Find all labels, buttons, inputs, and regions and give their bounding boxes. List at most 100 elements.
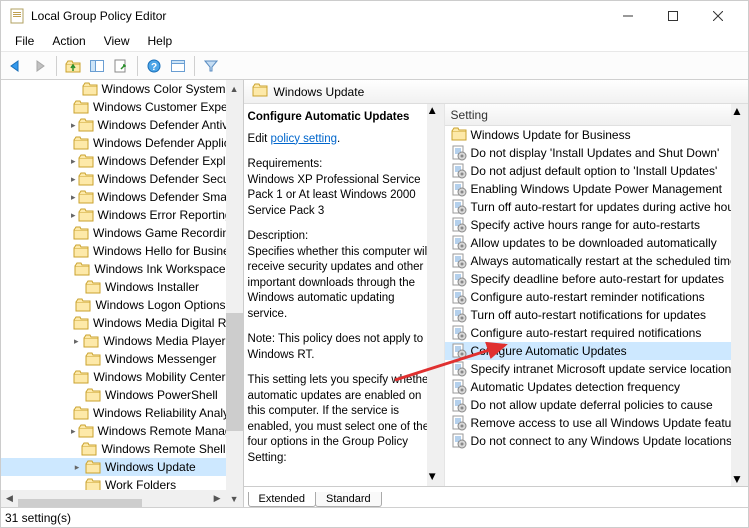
tree-item[interactable]: ▸Windows Defender SmartScreen [1, 188, 226, 206]
tree-item[interactable]: ▸Windows Media Player [1, 332, 226, 350]
expander-icon[interactable] [71, 299, 73, 311]
setting-row[interactable]: Do not display 'Install Updates and Shut… [445, 144, 748, 162]
edit-policy-link[interactable]: policy setting [271, 133, 337, 145]
menu-help[interactable]: Help [140, 32, 181, 50]
help-button[interactable]: ? [143, 55, 165, 77]
expander-icon[interactable] [71, 263, 72, 275]
setting-row[interactable]: Automatic Updates detection frequency [445, 378, 748, 396]
setting-row[interactable]: Do not allow update deferral policies to… [445, 396, 748, 414]
tree-horizontal-scrollbar[interactable]: ◀ ▶ [1, 490, 226, 507]
setting-row[interactable]: Remove access to use all Windows Update … [445, 414, 748, 432]
scroll-up-icon[interactable]: ▲ [427, 104, 444, 120]
tree-item[interactable]: ▸Windows Defender Exploit Guard [1, 152, 226, 170]
scroll-up-icon[interactable]: ▲ [731, 104, 748, 118]
settings-list[interactable]: Windows Update for BusinessDo not displa… [445, 126, 748, 486]
setting-row[interactable]: Always automatically restart at the sche… [445, 252, 748, 270]
tree-item[interactable]: Windows Mobility Center [1, 368, 226, 386]
detail-vertical-scrollbar[interactable]: ▲ ▼ [427, 104, 444, 486]
expander-icon[interactable]: ▸ [71, 173, 76, 185]
tree-item[interactable]: Windows Reliability Analysis [1, 404, 226, 422]
setting-label: Specify active hours range for auto-rest… [471, 218, 700, 232]
tab-standard[interactable]: Standard [315, 492, 382, 507]
setting-label: Allow updates to be downloaded automatic… [471, 236, 717, 250]
setting-row[interactable]: Specify deadline before auto-restart for… [445, 270, 748, 288]
up-button[interactable] [62, 55, 84, 77]
tree-item-label: Windows PowerShell [105, 388, 218, 402]
tree-item[interactable]: ▸ Windows Update [1, 458, 226, 476]
menu-action[interactable]: Action [44, 32, 93, 50]
tree-item[interactable]: Windows Game Recording and Broadcasting [1, 224, 226, 242]
expander-icon[interactable]: ▸ [71, 425, 76, 437]
setting-row[interactable]: Configure Automatic Updates [445, 342, 748, 360]
tree-view[interactable]: Windows Color SystemWindows Customer Exp… [1, 80, 226, 490]
scroll-down-icon[interactable]: ▼ [226, 490, 243, 507]
back-button[interactable] [5, 55, 27, 77]
tree-item[interactable]: Work Folders [1, 476, 226, 490]
expander-icon[interactable] [71, 443, 79, 455]
setting-row[interactable]: Specify intranet Microsoft update servic… [445, 360, 748, 378]
tree-item[interactable]: Windows Hello for Business [1, 242, 226, 260]
scroll-up-icon[interactable]: ▲ [226, 80, 243, 97]
tree-vertical-scrollbar[interactable]: ▲ ▼ [226, 80, 243, 507]
tree-item[interactable]: Windows Installer [1, 278, 226, 296]
tree-item[interactable]: Windows Color System [1, 80, 226, 98]
tree-item-label: Work Folders [105, 478, 176, 490]
tree-item[interactable]: ▸Windows Remote Management (WinRM) [1, 422, 226, 440]
properties-button[interactable] [167, 55, 189, 77]
tree-item[interactable]: Windows Media Digital Rights Management [1, 314, 226, 332]
expander-icon[interactable]: ▸ [71, 209, 76, 221]
tree-item[interactable]: Windows Messenger [1, 350, 226, 368]
setting-row[interactable]: Enabling Windows Update Power Management [445, 180, 748, 198]
scroll-left-icon[interactable]: ◀ [1, 490, 18, 507]
status-text: 31 setting(s) [5, 511, 71, 525]
expander-icon[interactable]: ▸ [71, 461, 83, 473]
scroll-right-icon[interactable]: ▶ [209, 490, 226, 507]
folder-icon [252, 83, 268, 100]
expander-icon[interactable] [71, 83, 80, 95]
setting-row[interactable]: Do not adjust default option to 'Install… [445, 162, 748, 180]
tree-item-label: Windows Game Recording and Broadcasting [93, 226, 226, 240]
policy-icon [451, 253, 467, 269]
setting-row[interactable]: Specify active hours range for auto-rest… [445, 216, 748, 234]
tree-item[interactable]: Windows PowerShell [1, 386, 226, 404]
settings-vertical-scrollbar[interactable]: ▲ ▼ [731, 104, 748, 486]
setting-row[interactable]: Allow updates to be downloaded automatic… [445, 234, 748, 252]
tree-item[interactable]: ▸Windows Error Reporting [1, 206, 226, 224]
setting-row[interactable]: Turn off auto-restart for updates during… [445, 198, 748, 216]
setting-row[interactable]: Do not connect to any Windows Update loc… [445, 432, 748, 450]
export-list-button[interactable] [110, 55, 132, 77]
setting-row[interactable]: Configure auto-restart reminder notifica… [445, 288, 748, 306]
setting-row[interactable]: Windows Update for Business [445, 126, 748, 144]
close-button[interactable] [695, 1, 740, 31]
menu-view[interactable]: View [96, 32, 138, 50]
tree-item[interactable]: ▸Windows Defender Antivirus [1, 116, 226, 134]
tree-item[interactable]: Windows Defender Application Guard [1, 134, 226, 152]
tab-extended[interactable]: Extended [248, 492, 316, 507]
expander-icon[interactable]: ▸ [71, 335, 81, 347]
expander-icon[interactable] [71, 479, 83, 490]
expander-icon[interactable] [71, 389, 83, 401]
tree-item[interactable]: Windows Ink Workspace [1, 260, 226, 278]
tree-item[interactable]: Windows Customer Experience Improvement … [1, 98, 226, 116]
settings-list-header[interactable]: Setting [445, 104, 748, 126]
expander-icon[interactable]: ▸ [71, 191, 76, 203]
forward-button[interactable] [29, 55, 51, 77]
folder-icon [78, 154, 94, 168]
menu-file[interactable]: File [7, 32, 42, 50]
maximize-button[interactable] [650, 1, 695, 31]
expander-icon[interactable]: ▸ [71, 155, 76, 167]
setting-row[interactable]: Turn off auto-restart notifications for … [445, 306, 748, 324]
expander-icon[interactable] [71, 353, 83, 365]
tree-item[interactable]: Windows Remote Shell [1, 440, 226, 458]
expander-icon[interactable]: ▸ [71, 119, 76, 131]
setting-row[interactable]: Configure auto-restart required notifica… [445, 324, 748, 342]
minimize-button[interactable] [605, 1, 650, 31]
tree-item[interactable]: ▸Windows Defender Security Center [1, 170, 226, 188]
tree-item-label: Windows Update [105, 460, 196, 474]
scroll-down-icon[interactable]: ▼ [731, 472, 748, 486]
filter-button[interactable] [200, 55, 222, 77]
scroll-down-icon[interactable]: ▼ [427, 470, 444, 486]
tree-item[interactable]: Windows Logon Options [1, 296, 226, 314]
show-hide-tree-button[interactable] [86, 55, 108, 77]
expander-icon[interactable] [71, 281, 83, 293]
